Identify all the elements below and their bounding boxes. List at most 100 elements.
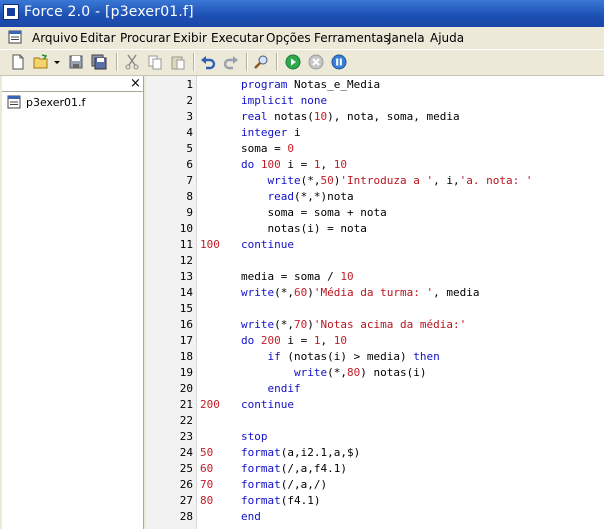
source-code[interactable]: notas(i) = nota [241, 221, 366, 237]
project-panel: × p3exer01.f [2, 76, 144, 529]
source-code[interactable]: end [241, 509, 261, 525]
source-code[interactable]: do 100 i = 1, 10 [241, 157, 347, 173]
save-icon[interactable] [68, 54, 84, 70]
source-code[interactable]: if (notas(i) > media) then [241, 349, 440, 365]
source-code[interactable]: soma = soma + nota [241, 205, 386, 221]
menu-ferramentas[interactable]: Ferramentas [314, 31, 390, 45]
menu-ajuda[interactable]: Ajuda [430, 31, 464, 45]
source-code[interactable]: write(*,60)'Média da turma: ', media [241, 285, 479, 301]
code-line[interactable]: 16 write(*,70)'Notas acima da média:' [146, 317, 604, 333]
app-icon[interactable] [3, 4, 19, 20]
code-line[interactable]: 26 70 format(/,a,/) [146, 477, 604, 493]
line-number: 19 [179, 366, 193, 379]
source-code[interactable]: format(a,i2.1,a,$) [241, 445, 360, 461]
pause-icon[interactable] [331, 54, 347, 70]
undo-icon[interactable] [200, 54, 216, 70]
find-icon[interactable] [253, 54, 269, 70]
source-code[interactable]: endif [241, 381, 301, 397]
line-number: 4 [186, 126, 193, 139]
line-number: 22 [179, 414, 193, 427]
code-line[interactable]: 1 program Notas_e_Media [146, 77, 604, 93]
save-all-icon[interactable] [91, 54, 107, 70]
line-number: 8 [186, 190, 193, 203]
line-number: 11 [179, 238, 193, 251]
code-line[interactable]: 22 [146, 413, 604, 429]
document-window-icon[interactable] [8, 30, 22, 44]
source-code[interactable]: write(*,80) notas(i) [241, 365, 426, 381]
line-number: 24 [179, 446, 193, 459]
paste-icon[interactable] [170, 54, 186, 70]
source-code[interactable]: format(f4.1) [241, 493, 321, 509]
code-line[interactable]: 6 do 100 i = 1, 10 [146, 157, 604, 173]
code-line[interactable]: 21 200 continue [146, 397, 604, 413]
new-file-icon[interactable] [10, 54, 26, 70]
open-folder-icon[interactable] [33, 54, 49, 70]
source-code[interactable]: write(*,70)'Notas acima da média:' [241, 317, 466, 333]
code-line[interactable]: 24 50 format(a,i2.1,a,$) [146, 445, 604, 461]
toolbar-separator [276, 53, 278, 71]
source-code[interactable]: media = soma / 10 [241, 269, 354, 285]
source-code[interactable]: program Notas_e_Media [241, 77, 380, 93]
code-line[interactable]: 10 notas(i) = nota [146, 221, 604, 237]
menu-exibir[interactable]: Exibir [173, 31, 207, 45]
source-code[interactable]: read(*,*)nota [241, 189, 354, 205]
code-line[interactable]: 28 end [146, 509, 604, 525]
code-line[interactable]: 17 do 200 i = 1, 10 [146, 333, 604, 349]
code-line[interactable]: 23 stop [146, 429, 604, 445]
cut-icon[interactable] [124, 54, 140, 70]
source-code[interactable]: integer i [241, 125, 301, 141]
source-code[interactable]: write(*,50)'Introduza a ', i,'a. nota: ' [241, 173, 533, 189]
code-line[interactable]: 12 [146, 253, 604, 269]
source-code[interactable]: stop [241, 429, 268, 445]
code-line[interactable]: 25 60 format(/,a,f4.1) [146, 461, 604, 477]
source-code[interactable]: real notas(10), nota, soma, media [241, 109, 460, 125]
line-number: 12 [179, 254, 193, 267]
code-line[interactable]: 20 endif [146, 381, 604, 397]
menu-executar[interactable]: Executar [211, 31, 264, 45]
menu-arquivo[interactable]: Arquivo [32, 31, 78, 45]
close-icon[interactable]: × [130, 77, 141, 90]
source-code[interactable]: continue [241, 397, 294, 413]
code-line[interactable]: 13 media = soma / 10 [146, 269, 604, 285]
code-line[interactable]: 11 100 continue [146, 237, 604, 253]
copy-icon[interactable] [147, 54, 163, 70]
source-code[interactable]: continue [241, 237, 294, 253]
menu-procurar[interactable]: Procurar [120, 31, 170, 45]
code-line[interactable]: 18 if (notas(i) > media) then [146, 349, 604, 365]
code-line[interactable]: 19 write(*,80) notas(i) [146, 365, 604, 381]
code-line[interactable]: 15 [146, 301, 604, 317]
code-line[interactable]: 8 read(*,*)nota [146, 189, 604, 205]
source-code[interactable]: format(/,a,/) [241, 477, 327, 493]
code-editor[interactable]: 1 program Notas_e_Media 2 implicit none 3 rea… [146, 76, 604, 529]
fortran-file-icon [7, 95, 21, 109]
source-code[interactable]: format(/,a,f4.1) [241, 461, 347, 477]
code-line[interactable]: 3 real notas(10), nota, soma, media [146, 109, 604, 125]
code-line[interactable]: 27 80 format(f4.1) [146, 493, 604, 509]
code-line[interactable]: 9 soma = soma + nota [146, 205, 604, 221]
source-code[interactable]: do 200 i = 1, 10 [241, 333, 347, 349]
code-line[interactable]: 5 soma = 0 [146, 141, 604, 157]
code-line[interactable]: 14 write(*,60)'Média da turma: ', media [146, 285, 604, 301]
stop-icon[interactable] [308, 54, 324, 70]
menu-janela[interactable]: Janela [388, 31, 425, 45]
dropdown-arrow-icon[interactable] [53, 54, 61, 70]
code-line[interactable]: 2 implicit none [146, 93, 604, 109]
toolbar-separator [193, 53, 195, 71]
line-number: 27 [179, 494, 193, 507]
line-number: 21 [179, 398, 193, 411]
redo-icon[interactable] [223, 54, 239, 70]
line-number: 1 [186, 78, 193, 91]
line-number: 20 [179, 382, 193, 395]
line-number: 26 [179, 478, 193, 491]
menu-opcoes[interactable]: Opções [266, 31, 311, 45]
line-number: 17 [179, 334, 193, 347]
line-number: 18 [179, 350, 193, 363]
code-line[interactable]: 7 write(*,50)'Introduza a ', i,'a. nota:… [146, 173, 604, 189]
source-code[interactable]: soma = 0 [241, 141, 294, 157]
code-line[interactable]: 4 integer i [146, 125, 604, 141]
menu-editar[interactable]: Editar [80, 31, 116, 45]
run-icon[interactable] [285, 54, 301, 70]
statement-label: 80 [200, 494, 214, 507]
line-number: 2 [186, 94, 193, 107]
source-code[interactable]: implicit none [241, 93, 327, 109]
